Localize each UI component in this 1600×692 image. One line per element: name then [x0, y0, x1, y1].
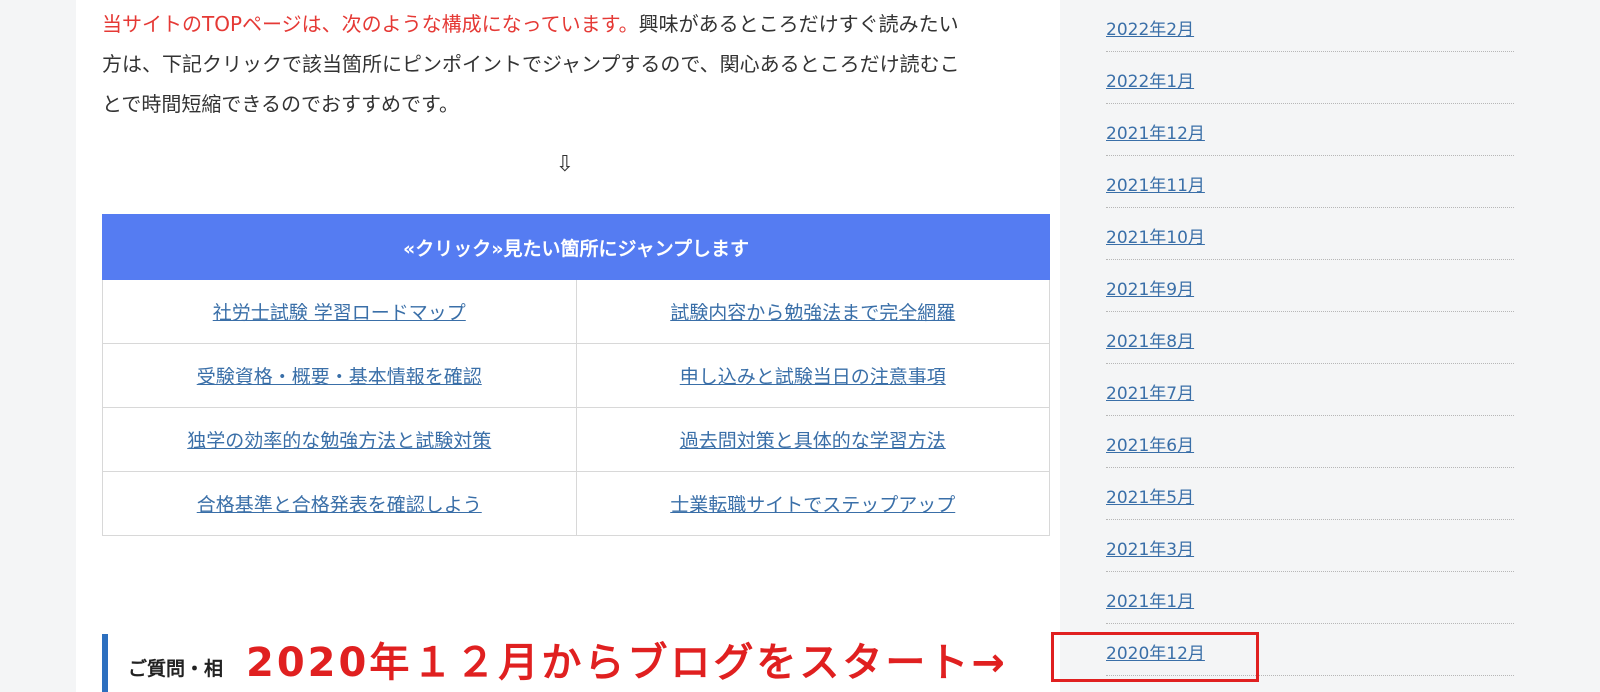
archive-list: 2022年2月 2022年1月 2021年12月 2021年11月 2021年1… [1106, 0, 1514, 676]
table-cell: 合格基準と合格発表を確認しよう [102, 471, 577, 536]
table-cell: 社労士試験 学習ロードマップ [102, 279, 577, 344]
archive-item: 2021年6月 [1106, 416, 1514, 468]
archive-link[interactable]: 2021年12月 [1106, 119, 1205, 144]
archive-item: 2021年8月 [1106, 312, 1514, 364]
intro-text-line1: 興味があるところだけすぐ読みたい [638, 12, 959, 36]
archive-link[interactable]: 2021年1月 [1106, 587, 1194, 612]
highlight-box [1051, 632, 1259, 682]
page: 当サイトのTOPページは、次のような構成になっています。興味があるところだけすぐ… [0, 0, 1600, 692]
intro-text-line2: 方は、下記クリックで該当箇所にピンポイントでジャンプするので、関心あるところだけ… [102, 52, 960, 76]
jump-link-self-study[interactable]: 独学の効率的な勉強方法と試験対策 [187, 430, 491, 452]
jump-table: «クリック»見たい箇所にジャンプします 社労士試験 学習ロードマップ 試験内容か… [102, 214, 1050, 536]
jump-link-exam-content[interactable]: 試験内容から勉強法まで完全網羅 [670, 302, 955, 324]
table-row: 受験資格・概要・基本情報を確認 申し込みと試験当日の注意事項 [102, 343, 1050, 408]
jump-link-pass-criteria[interactable]: 合格基準と合格発表を確認しよう [197, 494, 482, 516]
intro-text-line3: とで時間短縮できるのでおすすめです。 [102, 92, 459, 116]
jump-table-header: «クリック»見たい箇所にジャンプします [102, 214, 1050, 280]
archive-item: 2022年2月 [1106, 0, 1514, 52]
jump-link-eligibility[interactable]: 受験資格・概要・基本情報を確認 [197, 366, 482, 388]
archive-item: 2021年10月 [1106, 208, 1514, 260]
archive-link[interactable]: 2021年8月 [1106, 327, 1194, 352]
section-heading-text: ご質問・相 [128, 658, 224, 680]
archive-item: 2021年1月 [1106, 572, 1514, 624]
table-cell: 士業転職サイトでステップアップ [575, 471, 1050, 536]
annotation-callout: 2020年１２月からブログをスタート→ [246, 640, 1008, 686]
archive-item: 2021年5月 [1106, 468, 1514, 520]
archive-item: 2021年9月 [1106, 260, 1514, 312]
archive-link[interactable]: 2021年5月 [1106, 483, 1194, 508]
archive-link[interactable]: 2022年2月 [1106, 15, 1194, 40]
archive-link[interactable]: 2021年7月 [1106, 379, 1194, 404]
jump-link-application[interactable]: 申し込みと試験当日の注意事項 [680, 366, 946, 388]
archive-link[interactable]: 2021年9月 [1106, 275, 1194, 300]
archive-item: 2021年11月 [1106, 156, 1514, 208]
table-cell: 試験内容から勉強法まで完全網羅 [575, 279, 1050, 344]
jump-link-roadmap[interactable]: 社労士試験 学習ロードマップ [213, 302, 466, 324]
table-cell: 受験資格・概要・基本情報を確認 [102, 343, 577, 408]
table-row: 合格基準と合格発表を確認しよう 士業転職サイトでステップアップ [102, 471, 1050, 536]
table-cell: 申し込みと試験当日の注意事項 [575, 343, 1050, 408]
archive-item: 2021年12月 [1106, 104, 1514, 156]
intro-paragraph: 当サイトのTOPページは、次のような構成になっています。興味があるところだけすぐ… [102, 4, 1032, 124]
archive-link[interactable]: 2021年10月 [1106, 223, 1205, 248]
archive-link[interactable]: 2021年6月 [1106, 431, 1194, 456]
table-cell: 独学の効率的な勉強方法と試験対策 [102, 407, 577, 472]
jump-link-past-exams[interactable]: 過去問対策と具体的な学習方法 [680, 430, 946, 452]
archive-item: 2021年3月 [1106, 520, 1514, 572]
table-cell: 過去問対策と具体的な学習方法 [575, 407, 1050, 472]
table-row: 独学の効率的な勉強方法と試験対策 過去問対策と具体的な学習方法 [102, 407, 1050, 472]
archive-item: 2021年7月 [1106, 364, 1514, 416]
archive-link[interactable]: 2021年3月 [1106, 535, 1194, 560]
jump-link-career[interactable]: 士業転職サイトでステップアップ [670, 494, 955, 516]
down-arrow-icon: ⇩ [555, 152, 575, 177]
main-content: 当サイトのTOPページは、次のような構成になっています。興味があるところだけすぐ… [76, 0, 1060, 692]
intro-highlight-text: 当サイトのTOPページは、次のような構成になっています。 [102, 12, 639, 36]
archive-link[interactable]: 2021年11月 [1106, 171, 1205, 196]
archive-item: 2022年1月 [1106, 52, 1514, 104]
archive-link[interactable]: 2022年1月 [1106, 67, 1194, 92]
table-row: 社労士試験 学習ロードマップ 試験内容から勉強法まで完全網羅 [102, 279, 1050, 344]
